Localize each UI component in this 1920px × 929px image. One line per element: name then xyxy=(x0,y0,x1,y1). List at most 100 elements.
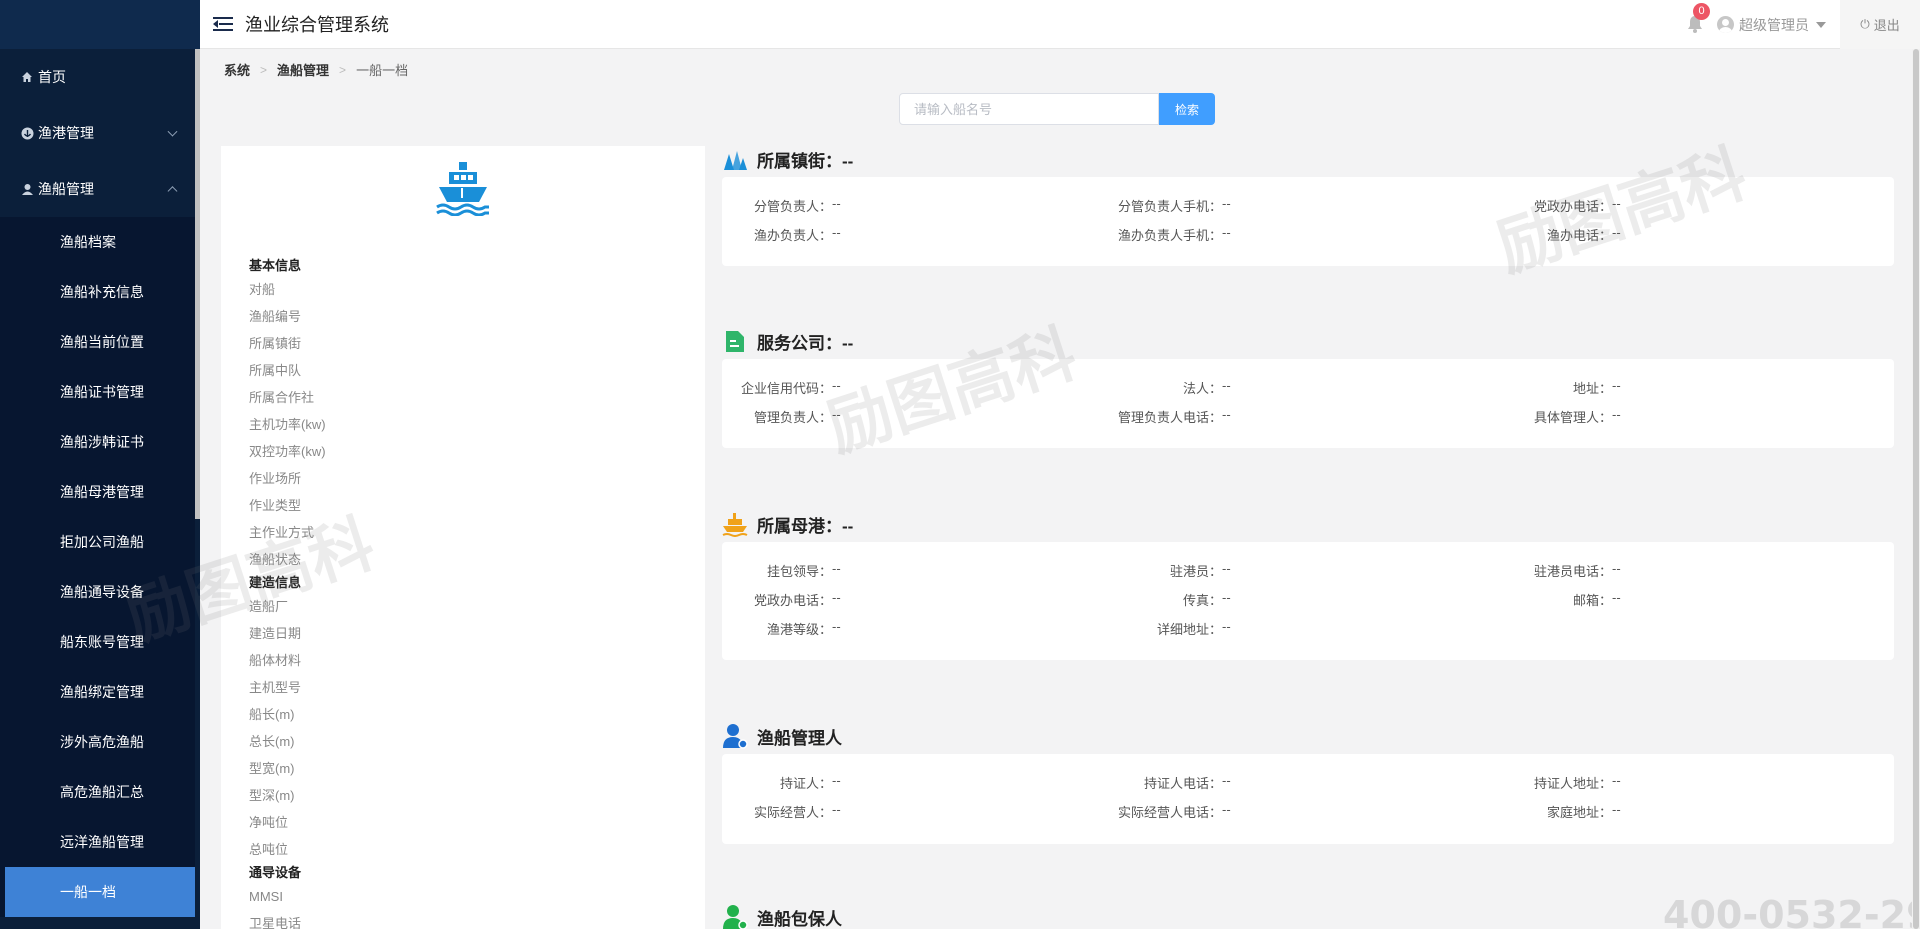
sidebar-subitem[interactable]: 渔船通导设备 xyxy=(0,567,200,617)
section-title: 所属母港：-- xyxy=(757,516,854,536)
info-key: 实际经营人电话： xyxy=(1117,805,1222,820)
section-card: 持证人： -- 持证人电话： -- 持证人地址： -- 实际经营人： -- 实际经营人电话： --… xyxy=(722,754,1894,844)
sidebar-logo xyxy=(0,0,200,49)
sidebar-subitem[interactable]: 涉外高危渔船 xyxy=(0,717,200,767)
info-value: -- xyxy=(1612,590,1621,605)
sidebar-subitem[interactable]: 渔船补充信息 xyxy=(0,267,200,317)
info-field: 企业信用代码： -- xyxy=(722,378,841,397)
info-field: 党政办电话： -- xyxy=(1502,196,1621,215)
sidebar-item-label: 渔港管理 xyxy=(38,125,94,141)
main-scrollbar[interactable] xyxy=(1912,49,1920,929)
sidebar-subitem[interactable]: 渔船涉韩证书 xyxy=(0,417,200,467)
info-field: 驻港员： -- xyxy=(1112,561,1231,580)
info-field: 渔办负责人手机： -- xyxy=(1112,225,1231,244)
info-key: 驻港员电话： xyxy=(1533,564,1612,579)
section-card: 企业信用代码： -- 法人： -- 地址： -- 管理负责人： -- 管理负责人电话： -- 具体管… xyxy=(722,359,1894,448)
sidebar-subitem[interactable]: 船东账号管理 xyxy=(0,617,200,667)
info-key: 实际经营人： xyxy=(753,805,832,820)
info-key: 企业信用代码： xyxy=(740,381,832,396)
info-field: 地址： -- xyxy=(1502,378,1621,397)
sidebar-subitem[interactable]: 渔船当前位置 xyxy=(0,317,200,367)
info-value: -- xyxy=(1222,619,1231,634)
sidebar-subitem[interactable]: 渔船证书管理 xyxy=(0,367,200,417)
sidebar-scrollbar[interactable] xyxy=(195,49,200,929)
search-button[interactable]: 检索 xyxy=(1159,93,1215,125)
info-key: 党政办电话： xyxy=(753,593,832,608)
info-value: -- xyxy=(1222,590,1231,605)
sidebar-item-port-management[interactable]: 渔港管理 xyxy=(0,105,200,161)
field-label: 渔船编号 xyxy=(249,309,302,324)
info-row: 持证人： -- 持证人电话： -- 持证人地址： -- xyxy=(722,773,1894,793)
main-scrollbar-thumb[interactable] xyxy=(1913,49,1919,929)
info-key: 管理负责人电话： xyxy=(1117,410,1222,425)
info-field: 持证人电话： -- xyxy=(1112,773,1231,792)
info-key: 渔办电话： xyxy=(1546,228,1612,243)
field-label: 渔船状态 xyxy=(249,552,302,567)
field-label: 所属中队 xyxy=(249,363,302,378)
power-icon: ⏻ xyxy=(1860,17,1870,31)
ship-name-search-input[interactable] xyxy=(899,93,1159,125)
user-menu[interactable]: 超级管理员 xyxy=(1717,15,1826,35)
ship-management-submenu: 渔船档案 渔船补充信息 渔船当前位置 渔船证书管理 渔船涉韩证书 渔船母港管理 拒加公司渔船… xyxy=(0,217,200,917)
field-label: 所属合作社 xyxy=(249,390,315,405)
sidebar-subitem[interactable]: 渔船绑定管理 xyxy=(0,667,200,717)
info-key: 具体管理人： xyxy=(1533,410,1612,425)
field-label: 建造日期 xyxy=(249,626,302,641)
field-label: 总吨位 xyxy=(249,842,289,857)
logout-button[interactable]: ⏻ 退出 xyxy=(1840,0,1920,49)
sidebar-menu: 首页 渔港管理 渔船管理 渔船档案 渔船补充信息 渔船当前位置 渔船证书管理 渔船涉韩证… xyxy=(0,49,200,929)
top-header: 渔业综合管理系统 0 超级管理员 ⏻ 退出 xyxy=(200,0,1920,49)
info-row: 渔港等级： -- 详细地址： -- xyxy=(722,619,1894,639)
info-value: -- xyxy=(1612,407,1621,422)
field-label: 型宽(m) xyxy=(249,761,295,776)
guarantor-icon xyxy=(722,904,748,929)
bell-icon[interactable]: 0 xyxy=(1685,2,1710,35)
info-row: 党政办电话： -- 传真： -- 邮箱： -- xyxy=(722,590,1894,610)
sidebar-subitem[interactable]: 拒加公司渔船 xyxy=(0,517,200,567)
info-row: 实际经营人： -- 实际经营人电话： -- 家庭地址： -- xyxy=(722,802,1894,822)
section-card: 分管负责人： -- 分管负责人手机： -- 党政办电话： -- 渔办负责人： -- 渔办负责人手… xyxy=(722,177,1894,266)
info-value: -- xyxy=(1612,561,1621,576)
field-label: 主机型号 xyxy=(249,680,302,695)
field-label: 对船 xyxy=(249,282,276,297)
field-group-title: 基本信息 xyxy=(249,258,302,273)
info-key: 法人： xyxy=(1182,381,1222,396)
info-field: 持证人地址： -- xyxy=(1502,773,1621,792)
harbor-ship-icon xyxy=(722,511,748,537)
info-row: 企业信用代码： -- 法人： -- 地址： -- xyxy=(722,378,1894,398)
info-field: 驻港员电话： -- xyxy=(1502,561,1621,580)
sidebar-subitem[interactable]: 渔船母港管理 xyxy=(0,467,200,517)
field-group-title: 通导设备 xyxy=(249,865,302,880)
breadcrumb-item[interactable]: 系统 xyxy=(224,60,250,79)
section-header: 渔船管理人 xyxy=(722,723,842,749)
breadcrumb-separator-icon: > xyxy=(260,62,268,77)
sidebar-subitem[interactable]: 高危渔船汇总 xyxy=(0,767,200,817)
sidebar-subitem[interactable]: 远洋渔船管理 xyxy=(0,817,200,867)
sidebar-scrollbar-thumb[interactable] xyxy=(195,49,200,519)
sidebar-subitem[interactable]: 一船一档 xyxy=(5,867,200,917)
info-key: 家庭地址： xyxy=(1546,805,1612,820)
menu-toggle-icon[interactable] xyxy=(213,16,233,32)
info-field: 家庭地址： -- xyxy=(1502,802,1621,821)
info-value: -- xyxy=(1612,225,1621,240)
sidebar-subitem[interactable]: 渔船档案 xyxy=(0,217,200,267)
info-value: -- xyxy=(832,773,841,788)
info-value: -- xyxy=(832,196,841,211)
field-label: 所属镇街 xyxy=(249,336,302,351)
info-value: -- xyxy=(1612,802,1621,817)
app-title: 渔业综合管理系统 xyxy=(245,15,389,35)
info-value: -- xyxy=(832,619,841,634)
field-label: 型深(m) xyxy=(249,788,295,803)
info-field: 法人： -- xyxy=(1112,378,1231,397)
anchor-icon xyxy=(20,126,34,140)
logout-label: 退出 xyxy=(1873,18,1900,33)
breadcrumb-item[interactable]: 渔船管理 xyxy=(277,60,329,79)
info-key: 地址： xyxy=(1572,381,1612,396)
sidebar-item-home[interactable]: 首页 xyxy=(0,49,200,105)
field-label: MMSI xyxy=(249,889,283,904)
info-value: -- xyxy=(1222,561,1231,576)
info-field: 渔办负责人： -- xyxy=(722,225,841,244)
section-title: 所属镇街：-- xyxy=(757,151,854,171)
sidebar-item-ship-management[interactable]: 渔船管理 xyxy=(0,161,200,217)
info-key: 渔办负责人： xyxy=(753,228,832,243)
